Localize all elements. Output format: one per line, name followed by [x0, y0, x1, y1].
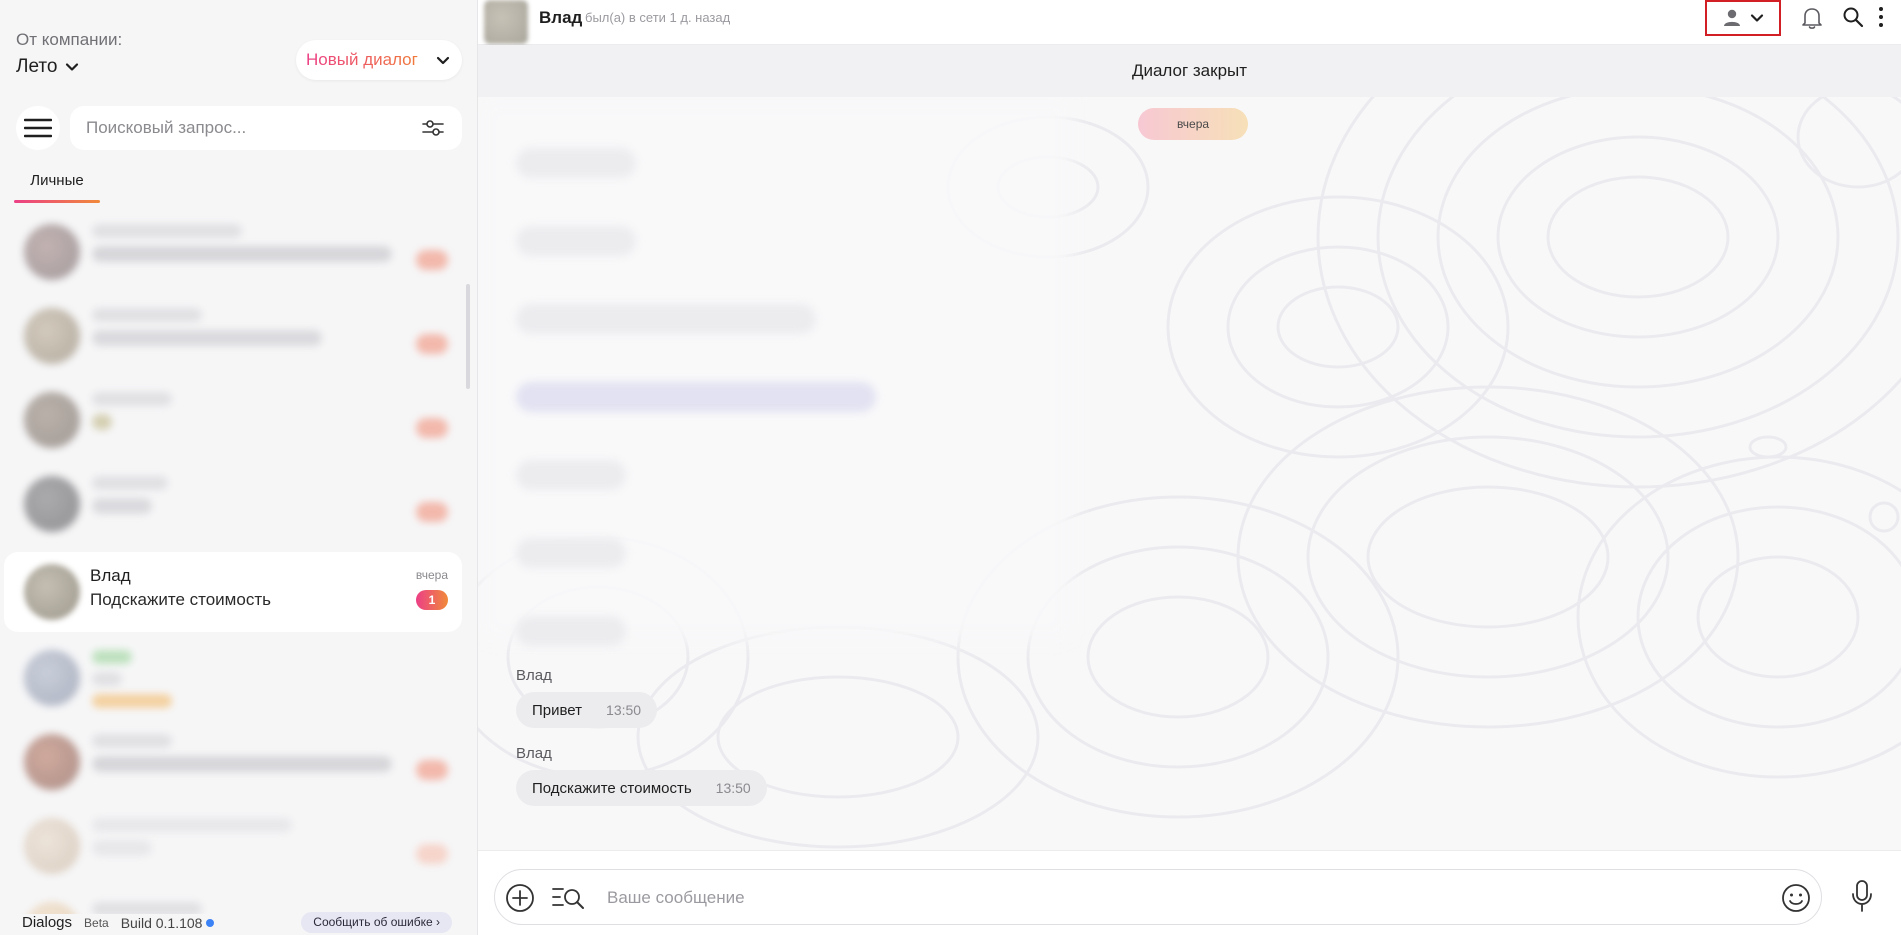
avatar: [24, 650, 80, 706]
list-item[interactable]: [0, 296, 462, 376]
search-box: [70, 106, 462, 150]
avatar: [24, 564, 80, 620]
list-item[interactable]: [0, 380, 462, 460]
chat-name: Влад: [90, 566, 131, 585]
avatar: [24, 734, 80, 790]
report-bug-button[interactable]: Сообщить об ошибке ›: [301, 912, 452, 933]
search-input[interactable]: [86, 116, 406, 140]
list-item[interactable]: [0, 464, 462, 544]
message-time: 13:50: [606, 702, 642, 718]
new-dialog-label: Новый диалог: [306, 50, 418, 69]
chevron-down-icon: [66, 63, 79, 71]
message-text: Подскажите стоимость: [532, 779, 692, 797]
blurred-message: [516, 538, 626, 568]
blurred-message: [516, 226, 636, 256]
company-value: Лето: [16, 56, 58, 77]
bell-icon[interactable]: [1801, 6, 1823, 30]
company-label: От компании:: [16, 30, 123, 49]
microphone-icon[interactable]: [1850, 879, 1874, 913]
list-item-active[interactable]: Влад Подскажите стоимость вчера 1: [4, 552, 462, 632]
chat-list: Влад Подскажите стоимость вчера 1: [0, 208, 470, 914]
message-bubble[interactable]: Подскажите стоимость 13:50: [516, 770, 767, 806]
new-dialog-button[interactable]: Новый диалог: [296, 40, 462, 80]
dialog-closed-banner: Диалог закрыт: [478, 45, 1901, 97]
avatar: [24, 308, 80, 364]
blurred-message: [516, 148, 636, 178]
plus-circle-icon[interactable]: [505, 883, 535, 913]
avatar[interactable]: [484, 0, 528, 44]
tab-underline: [14, 200, 100, 203]
beta-label: Beta: [84, 915, 109, 930]
chevron-down-icon: [1750, 14, 1764, 22]
blurred-message: [516, 382, 876, 412]
contact-name[interactable]: Влад: [539, 8, 582, 28]
list-item[interactable]: [0, 638, 462, 718]
avatar: [24, 392, 80, 448]
company-select[interactable]: Лето: [16, 56, 79, 78]
message-time: 13:50: [715, 780, 751, 796]
search-icon[interactable]: [1842, 6, 1864, 28]
sidebar: От компании: Лето Новый диалог Личные: [0, 0, 478, 935]
app-name: Dialogs: [22, 914, 73, 931]
emoji-icon[interactable]: [1781, 883, 1811, 913]
avatar: [24, 818, 80, 874]
blurred-message: [516, 460, 626, 490]
menu-button[interactable]: [16, 106, 60, 150]
chat-header: Влад был(а) в сети 1 д. назад: [478, 0, 1901, 45]
template-search-icon[interactable]: [551, 883, 587, 913]
message-bubble[interactable]: Привет 13:50: [516, 692, 658, 728]
blurred-message: [516, 304, 816, 334]
message-input[interactable]: [607, 886, 1707, 910]
more-vertical-icon[interactable]: [1876, 5, 1886, 29]
filter-icon[interactable]: [422, 118, 444, 138]
sidebar-footer: Dialogs Beta Build 0.1.108 Сообщить об о…: [0, 910, 470, 935]
chat-list-scrollbar[interactable]: [466, 284, 470, 389]
message-sender: Влад: [516, 667, 552, 684]
list-item[interactable]: [0, 806, 462, 886]
build-status-dot: [206, 918, 215, 927]
list-item[interactable]: [0, 722, 462, 802]
message-sender: Влад: [516, 745, 552, 762]
list-item[interactable]: [0, 212, 462, 292]
build-info: Build 0.1.108: [121, 915, 215, 931]
build-label: Build 0.1.108: [120, 914, 203, 931]
user-icon: [1724, 9, 1740, 26]
contact-status: был(а) в сети 1 д. назад: [585, 10, 731, 25]
assign-operator-button[interactable]: [1705, 0, 1781, 36]
blurred-message: [516, 616, 626, 646]
avatar: [24, 476, 80, 532]
unread-badge: 1: [416, 590, 448, 610]
date-chip: вчера: [1138, 108, 1248, 140]
chevron-down-icon: [436, 56, 450, 65]
chat-preview: Подскажите стоимость: [90, 590, 271, 609]
message-composer: [494, 869, 1822, 925]
chat-time: вчера: [415, 568, 448, 582]
avatar: [24, 224, 80, 280]
chat-panel: Влад был(а) в сети 1 д. назад Диалог зак…: [478, 0, 1901, 935]
message-text: Привет: [532, 701, 583, 719]
menu-icon: [24, 118, 52, 138]
